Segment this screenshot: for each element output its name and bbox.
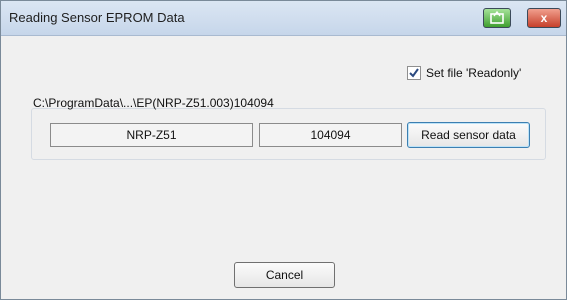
window-title: Reading Sensor EPROM Data: [9, 10, 185, 25]
read-sensor-data-button[interactable]: Read sensor data: [407, 122, 530, 148]
dialog-body: Set file 'Readonly' C:\ProgramData\...\E…: [1, 36, 566, 299]
dialog-window: Reading Sensor EPROM Data x Set file 'Re…: [0, 0, 567, 300]
checkbox-box[interactable]: [407, 66, 421, 80]
readonly-label: Set file 'Readonly': [426, 66, 522, 80]
sensor-serial-field: 104094: [259, 123, 402, 147]
title-bar[interactable]: Reading Sensor EPROM Data x: [1, 1, 566, 36]
readonly-checkbox[interactable]: Set file 'Readonly': [407, 66, 521, 80]
close-icon: x: [540, 11, 548, 25]
cancel-button[interactable]: Cancel: [234, 262, 335, 288]
restore-button[interactable]: [483, 8, 511, 28]
close-button[interactable]: x: [527, 8, 561, 28]
file-path-label: C:\ProgramData\...\EP(NRP-Z51.003)104094: [33, 96, 274, 110]
checkmark-icon: [409, 68, 419, 78]
sensor-model-field: NRP-Z51: [50, 123, 253, 147]
restore-icon: [490, 11, 504, 24]
